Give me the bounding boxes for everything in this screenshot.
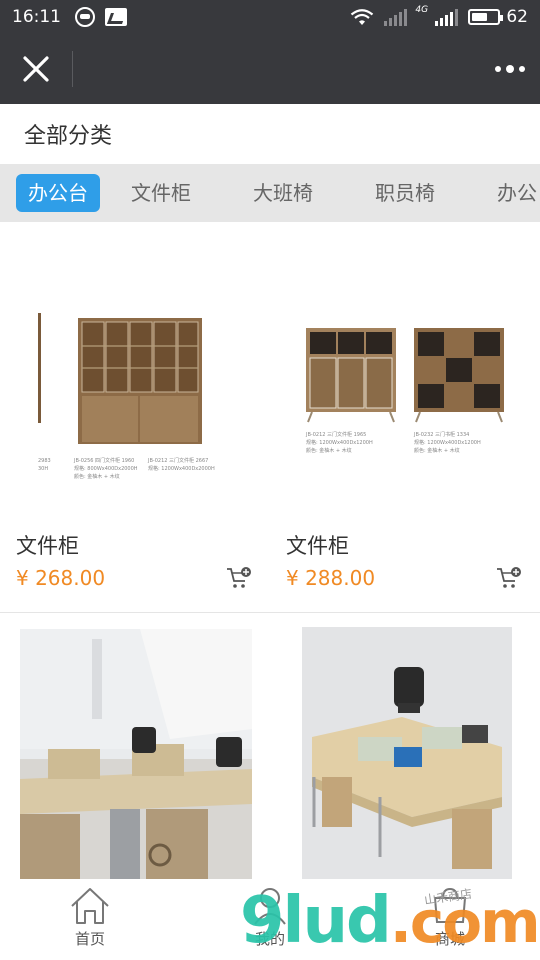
svg-text:JB-0232 三门书柜 1334: JB-0232 三门书柜 1334 [413, 431, 469, 438]
product-price: ¥ 268.00 [16, 566, 106, 590]
product-name[interactable]: 文件柜 [16, 530, 79, 560]
image-notification-icon [105, 8, 127, 26]
product-card[interactable]: JB-0212 三门文件柜 1965 规格: 1200Wx400Dx1200H … [270, 222, 540, 612]
all-categories-header[interactable]: 全部分类 [0, 104, 540, 164]
add-to-cart-icon[interactable] [226, 566, 252, 590]
svg-text:颜色: 金柚木 + 木纹: 颜色: 金柚木 + 木纹 [414, 447, 460, 454]
svg-text:颜色: 金柚木 + 木纹: 颜色: 金柚木 + 木纹 [74, 473, 120, 480]
watermark-logo: 9lud.com [240, 884, 540, 958]
tab-staff-chair[interactable]: 职员椅 [344, 174, 466, 212]
product-name[interactable]: 文件柜 [286, 530, 349, 560]
more-dot-icon [519, 66, 525, 72]
svg-text:30H: 30H [38, 466, 48, 472]
tab-office-desk[interactable]: 办公台 [16, 174, 100, 212]
svg-text:JB-0256 四门文件柜 1960: JB-0256 四门文件柜 1960 [73, 457, 134, 464]
product-card[interactable] [270, 613, 540, 883]
svg-text:规格: 1200Wx400Dx1200H: 规格: 1200Wx400Dx1200H [414, 439, 481, 446]
battery-percent: 62 [506, 7, 528, 27]
title-bar [0, 34, 540, 104]
watermark-text: 9lud [240, 884, 392, 958]
svg-text:规格: 800Wx400Dx2000H: 规格: 800Wx400Dx2000H [74, 465, 138, 472]
signal-1-icon [384, 8, 408, 26]
product-price: ¥ 288.00 [286, 566, 376, 590]
tab-office-more[interactable]: 办公 [466, 174, 540, 212]
product-image[interactable] [302, 627, 512, 879]
wifi-icon [351, 9, 374, 25]
product-image[interactable]: JB-0212 三门文件柜 1965 规格: 1200Wx400Dx1200H … [296, 238, 520, 528]
add-to-cart-icon[interactable] [496, 566, 522, 590]
home-icon [71, 888, 109, 924]
svg-text:JB-0212 三门文件柜 1965: JB-0212 三门文件柜 1965 [305, 431, 366, 438]
category-tabs: 办公台 文件柜 大班椅 职员椅 办公 [0, 164, 540, 222]
status-time: 16:11 [12, 7, 61, 27]
svg-text:2983: 2983 [38, 458, 51, 464]
svg-text:规格: 1200Wx400Dx1200H: 规格: 1200Wx400Dx1200H [306, 439, 373, 446]
nav-item-home[interactable]: 首页 [0, 880, 180, 960]
more-dot-icon [506, 65, 514, 73]
more-dot-icon [495, 66, 501, 72]
status-bar: 16:11 4G 62 [0, 0, 540, 34]
close-icon [23, 56, 49, 82]
product-image[interactable]: JB-0256 四门文件柜 1960 规格: 800Wx400Dx2000H 颜… [38, 238, 238, 528]
nav-label-home: 首页 [74, 930, 105, 948]
signal-4g-icon: 4G [415, 5, 459, 26]
battery-icon [468, 9, 504, 25]
svg-text:颜色: 金柚木 + 木纹: 颜色: 金柚木 + 木纹 [306, 447, 352, 454]
tab-executive-chair[interactable]: 大班椅 [222, 174, 344, 212]
title-divider [72, 51, 73, 87]
notification-icon [75, 7, 95, 27]
product-card[interactable]: JB-0256 四门文件柜 1960 规格: 800Wx400Dx2000H 颜… [0, 222, 270, 612]
tab-file-cabinet[interactable]: 文件柜 [100, 174, 222, 212]
svg-text:JB-0212 三门文件柜 2667: JB-0212 三门文件柜 2667 [147, 457, 208, 464]
network-type: 4G [415, 5, 429, 15]
product-card[interactable] [0, 613, 270, 883]
product-image[interactable] [20, 629, 252, 879]
close-button[interactable] [0, 34, 72, 104]
svg-text:规格: 1200Wx400Dx2000H: 规格: 1200Wx400Dx2000H [148, 465, 215, 472]
more-button[interactable] [480, 34, 540, 104]
